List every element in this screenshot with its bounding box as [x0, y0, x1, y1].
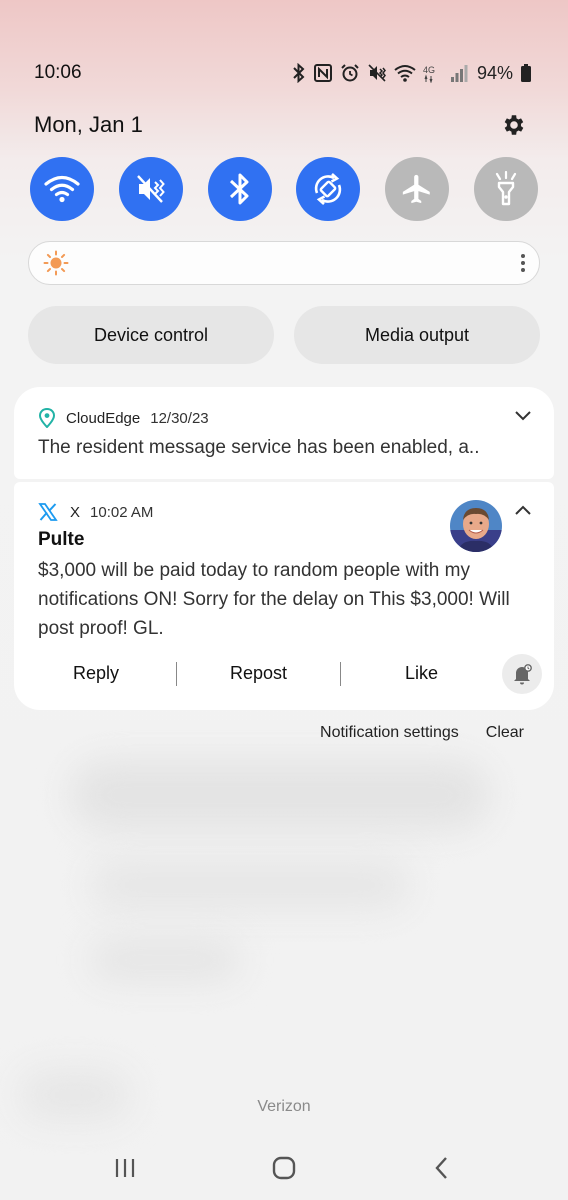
gear-icon[interactable] [500, 111, 528, 139]
notification-body-line: post proof! GL. [38, 618, 164, 639]
sound-toggle[interactable] [118, 157, 183, 221]
airplane-mode-toggle[interactable] [385, 157, 450, 221]
wifi-icon [44, 175, 80, 203]
rotate-icon [315, 173, 342, 205]
notification-cloudedge[interactable]: CloudEdge 12/30/23 The resident message … [14, 387, 554, 479]
bluetooth-icon [229, 173, 249, 205]
vibrate-icon [136, 175, 165, 203]
notification-app-name: X [70, 503, 81, 521]
home-icon[interactable] [264, 1150, 304, 1186]
chevron-up-icon[interactable] [514, 503, 532, 521]
wifi-toggle[interactable] [30, 157, 94, 221]
avatar [450, 500, 502, 552]
notification-body-line: notifications ON! Sorry for the delay on… [38, 589, 510, 610]
auto-rotate-toggle[interactable] [296, 157, 361, 221]
battery-icon [521, 64, 531, 82]
clock: 10:06 [34, 62, 82, 83]
notification-body-line: $3,000 will be paid today to random peop… [38, 560, 470, 581]
notification-time: 10:02 AM [90, 503, 154, 521]
background-blur [90, 860, 410, 910]
clear-button[interactable]: Clear [486, 724, 524, 742]
notification-header: X 10:02 AM [38, 502, 153, 522]
media-output-button[interactable]: Media output [294, 306, 540, 364]
svg-text:4G: 4G [423, 65, 435, 75]
status-bar: 10:06 4G 94% [34, 58, 532, 88]
notification-footer: Notification settings Clear [320, 724, 524, 742]
flashlight-icon [495, 171, 517, 206]
device-control-button[interactable]: Device control [28, 306, 274, 364]
control-pills: Device control Media output [28, 306, 540, 364]
repost-button[interactable]: Repost [230, 663, 287, 684]
flashlight-toggle[interactable] [473, 157, 538, 221]
snooze-bell-icon[interactable] [502, 654, 542, 694]
nfc-icon [313, 64, 332, 82]
more-options-icon[interactable] [521, 254, 525, 272]
notification-body: The resident message service has been en… [38, 437, 480, 458]
background-blur [90, 940, 240, 980]
recent-apps-icon[interactable] [105, 1150, 145, 1186]
notification-x[interactable]: X 10:02 AM Pulte $3,000 will be paid tod… [14, 482, 554, 710]
chevron-down-icon[interactable] [514, 409, 532, 427]
notification-time: 12/30/23 [150, 409, 209, 427]
status-icons: 4G 94% [292, 63, 532, 84]
bluetooth-icon [293, 63, 305, 83]
brightness-slider[interactable] [28, 241, 540, 285]
carrier-label: Verizon [257, 1098, 311, 1115]
x-logo-icon [38, 503, 58, 521]
battery-percent: 94% [476, 62, 513, 83]
navigation-bar [0, 1150, 568, 1186]
location-pin-icon [38, 408, 56, 428]
divider [340, 662, 341, 686]
airplane-icon [403, 174, 430, 204]
4g-icon: 4G [423, 65, 435, 83]
notification-actions: Reply Repost Like [14, 654, 554, 694]
date-row: Mon, Jan 1 [34, 108, 528, 142]
wifi-icon [394, 65, 416, 82]
bluetooth-toggle[interactable] [207, 157, 272, 221]
divider [176, 662, 177, 686]
date-label: Mon, Jan 1 [34, 112, 143, 137]
background-blur [70, 760, 490, 830]
like-button[interactable]: Like [405, 663, 438, 684]
vibrate-icon [368, 64, 386, 82]
notification-title: Pulte [38, 529, 85, 550]
back-icon[interactable] [422, 1150, 462, 1186]
sun-icon [43, 250, 69, 276]
signal-icon [450, 65, 468, 82]
notification-settings-button[interactable]: Notification settings [320, 724, 459, 742]
quick-settings-toggles [30, 157, 538, 221]
reply-button[interactable]: Reply [73, 663, 119, 684]
notification-header: CloudEdge 12/30/23 [38, 408, 209, 428]
alarm-icon [341, 64, 359, 82]
notification-app-name: CloudEdge [66, 409, 141, 427]
notification-body: $3,000 will be paid today to random peop… [38, 556, 510, 643]
